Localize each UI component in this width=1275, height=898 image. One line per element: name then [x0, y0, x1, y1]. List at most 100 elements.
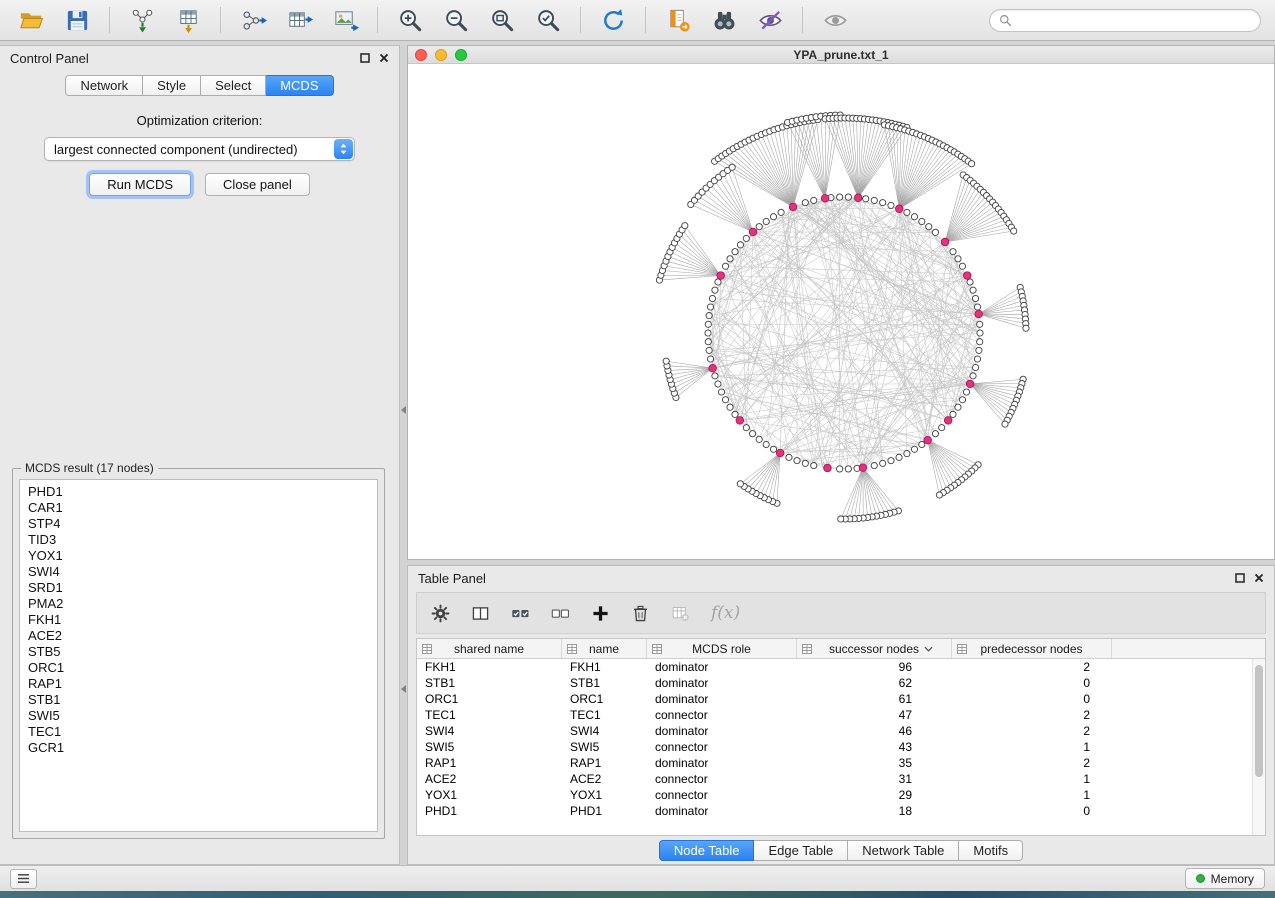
- tab-network-table[interactable]: Network Table: [848, 840, 959, 861]
- hide-eye-button[interactable]: [749, 3, 791, 37]
- table-header-row: shared namenameMCDS rolesuccessor nodesp…: [417, 639, 1265, 659]
- status-menu-button[interactable]: [10, 869, 37, 889]
- columns-icon[interactable]: [471, 604, 490, 623]
- mcds-result-item[interactable]: RAP1: [20, 676, 377, 692]
- vertical-splitter[interactable]: [400, 45, 407, 865]
- mcds-result-item[interactable]: FKH1: [20, 612, 377, 628]
- mcds-result-item[interactable]: YOX1: [20, 548, 377, 564]
- criterion-selected-value: largest connected component (undirected): [54, 142, 298, 157]
- close-panel-button[interactable]: Close panel: [205, 173, 310, 196]
- column-header-name[interactable]: name: [562, 639, 647, 658]
- table-row[interactable]: PHD1PHD1dominator180: [417, 803, 1252, 819]
- save-button[interactable]: [56, 3, 98, 37]
- criterion-dropdown[interactable]: largest connected component (undirected): [44, 137, 355, 161]
- column-header-predecessor-nodes[interactable]: predecessor nodes: [952, 639, 1112, 658]
- network-view[interactable]: [408, 64, 1274, 559]
- cell-shared-name: RAP1: [417, 756, 562, 770]
- table-row[interactable]: RAP1RAP1dominator352: [417, 755, 1252, 771]
- node-table: shared namenameMCDS rolesuccessor nodesp…: [416, 638, 1266, 836]
- binoculars-button[interactable]: [703, 3, 745, 37]
- show-eye-button[interactable]: [814, 3, 856, 37]
- export-table-button[interactable]: [278, 3, 320, 37]
- deselect-all-icon[interactable]: [551, 604, 570, 623]
- tab-motifs[interactable]: Motifs: [959, 840, 1023, 861]
- table-row[interactable]: ORC1ORC1dominator610: [417, 691, 1252, 707]
- cell-name: SWI5: [562, 740, 647, 754]
- disabled-table-icon[interactable]: [671, 604, 690, 623]
- table-row[interactable]: ACE2ACE2connector311: [417, 771, 1252, 787]
- scrollbar-thumb[interactable]: [1255, 665, 1263, 777]
- zoom-out-button[interactable]: [435, 3, 477, 37]
- function-builder-icon: f(x): [711, 603, 740, 623]
- close-table-panel-icon[interactable]: [1254, 573, 1264, 583]
- cell-shared-name: STB1: [417, 676, 562, 690]
- run-mcds-button[interactable]: Run MCDS: [89, 173, 191, 196]
- zoom-fit-button[interactable]: [481, 3, 523, 37]
- mcds-result-item[interactable]: ORC1: [20, 660, 377, 676]
- main-toolbar: [0, 0, 1275, 41]
- search-input[interactable]: [1017, 13, 1251, 27]
- table-row[interactable]: STB1STB1dominator620: [417, 675, 1252, 691]
- desktop-wallpaper: [0, 891, 1275, 898]
- tab-mcds[interactable]: MCDS: [266, 75, 333, 96]
- table-row[interactable]: TEC1TEC1connector472: [417, 707, 1252, 723]
- mcds-result-item[interactable]: SWI4: [20, 564, 377, 580]
- save-icon: [64, 7, 91, 34]
- column-header-MCDS-role[interactable]: MCDS role: [647, 639, 797, 658]
- tab-select[interactable]: Select: [201, 75, 266, 96]
- close-panel-icon[interactable]: [379, 53, 389, 63]
- export-table-icon: [286, 7, 313, 34]
- table-panel: Table Panel f(x) shared namenameMCDS rol…: [407, 565, 1275, 865]
- mcds-result-item[interactable]: GCR1: [20, 740, 377, 756]
- cell-mcds-role: dominator: [647, 756, 797, 770]
- mcds-result-item[interactable]: STB1: [20, 692, 377, 708]
- export-image-button[interactable]: [324, 3, 366, 37]
- mcds-result-item[interactable]: TEC1: [20, 724, 377, 740]
- add-row-icon[interactable]: [591, 604, 610, 623]
- cell-successor-nodes: 35: [797, 756, 952, 770]
- mcds-result-item[interactable]: PHD1: [20, 484, 377, 500]
- select-all-icon[interactable]: [511, 604, 530, 623]
- memory-button[interactable]: Memory: [1185, 868, 1265, 889]
- table-row[interactable]: SWI5SWI5connector431: [417, 739, 1252, 755]
- import-table-button[interactable]: [167, 3, 209, 37]
- tab-node-table[interactable]: Node Table: [659, 840, 755, 861]
- mcds-result-item[interactable]: STP4: [20, 516, 377, 532]
- mcds-result-item[interactable]: SRD1: [20, 580, 377, 596]
- table-row[interactable]: FKH1FKH1dominator962: [417, 659, 1252, 675]
- mcds-result-item[interactable]: PMA2: [20, 596, 377, 612]
- cell-shared-name: TEC1: [417, 708, 562, 722]
- column-header-shared-name[interactable]: shared name: [417, 639, 562, 658]
- mcds-result-item[interactable]: SWI5: [20, 708, 377, 724]
- refresh-button[interactable]: [592, 3, 634, 37]
- cell-name: PHD1: [562, 804, 647, 818]
- tab-network[interactable]: Network: [65, 75, 143, 96]
- zoom-in-button[interactable]: [389, 3, 431, 37]
- mcds-result-item[interactable]: CAR1: [20, 500, 377, 516]
- cell-shared-name: YOX1: [417, 788, 562, 802]
- import-network-button[interactable]: [121, 3, 163, 37]
- tab-edge-table[interactable]: Edge Table: [754, 840, 848, 861]
- mcds-result-group: MCDS result (17 nodes) PHD1CAR1STP4TID3Y…: [12, 468, 385, 839]
- delete-row-icon[interactable]: [631, 604, 650, 623]
- table-row[interactable]: YOX1YOX1connector291: [417, 787, 1252, 803]
- mcds-result-item[interactable]: TID3: [20, 532, 377, 548]
- cell-mcds-role: connector: [647, 740, 797, 754]
- tab-style[interactable]: Style: [143, 75, 201, 96]
- mcds-result-item[interactable]: ACE2: [20, 628, 377, 644]
- share-document-button[interactable]: [657, 3, 699, 37]
- export-network-button[interactable]: [232, 3, 274, 37]
- optimization-criterion-label: Optimization criterion:: [0, 113, 399, 128]
- refresh-icon: [600, 7, 627, 34]
- table-row[interactable]: SWI4SWI4dominator462: [417, 723, 1252, 739]
- float-panel-icon[interactable]: [360, 53, 370, 63]
- mcds-result-list[interactable]: PHD1CAR1STP4TID3YOX1SWI4SRD1PMA2FKH1ACE2…: [19, 479, 378, 832]
- zoom-selected-button[interactable]: [527, 3, 569, 37]
- gear-icon[interactable]: [431, 604, 450, 623]
- cell-name: ORC1: [562, 692, 647, 706]
- float-table-panel-icon[interactable]: [1235, 573, 1245, 583]
- open-folder-button[interactable]: [10, 3, 52, 37]
- mcds-result-item[interactable]: STB5: [20, 644, 377, 660]
- table-scrollbar[interactable]: [1252, 659, 1265, 835]
- column-header-successor-nodes[interactable]: successor nodes: [797, 639, 952, 658]
